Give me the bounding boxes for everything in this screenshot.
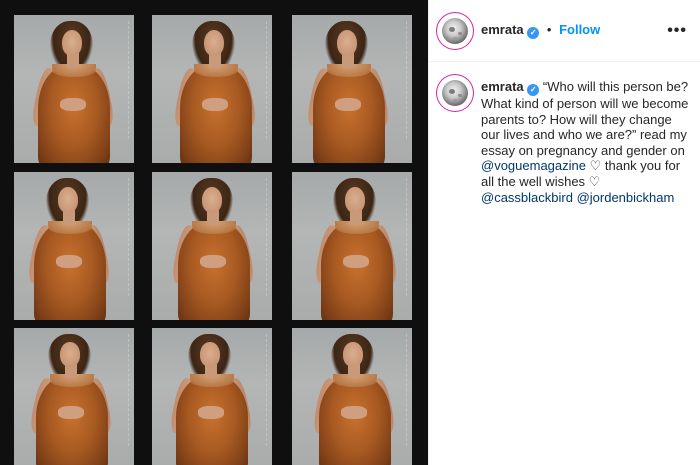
mention-cassblackbird[interactable]: @cassblackbird [481,190,573,205]
header-user-row: emrata ✓ • Follow [481,22,600,39]
portrait-figure [297,172,412,320]
contact-sheet-frame [292,328,412,465]
contact-sheet-frame [152,15,272,163]
contact-sheet-frame [292,15,412,163]
heart-icon: ♡ [589,158,602,174]
caption-avatar[interactable] [439,77,471,109]
portrait-figure [292,15,409,163]
contact-sheet-frame [14,15,134,163]
caption-text: emrata ✓ “Who will this person be? What … [481,79,693,205]
mention-voguemagazine[interactable]: @voguemagazine [481,158,586,173]
portrait-figure [152,328,272,465]
contact-sheet-frame [152,328,272,465]
contact-sheet-frame [292,172,412,320]
instagram-post: emrata ✓ • Follow ••• emrata ✓ “Who will… [0,0,700,465]
portrait-figure [14,15,134,163]
heart-icon: ♡ [588,173,601,189]
portrait-figure [154,172,272,320]
verified-badge-icon: ✓ [527,27,540,39]
contact-sheet-frame [14,328,134,465]
separator-dot: • [546,22,552,37]
post-side-panel: emrata ✓ • Follow ••• emrata ✓ “Who will… [428,0,700,465]
portrait-figure [14,172,130,320]
contact-sheet-frame [14,172,134,320]
moon-avatar-image [442,80,468,106]
contact-sheet-frame [152,172,272,320]
more-options-icon[interactable]: ••• [667,22,687,40]
header-username-link[interactable]: emrata [481,22,524,37]
post-header: emrata ✓ • Follow ••• [429,0,700,62]
moon-avatar-image [442,18,468,44]
profile-avatar[interactable] [439,15,471,47]
caption-username-link[interactable]: emrata [481,79,524,94]
follow-button[interactable]: Follow [559,22,600,37]
portrait-figure [14,328,132,465]
verified-badge-icon: ✓ [527,84,540,96]
post-photo-contact-sheet[interactable] [0,0,428,465]
portrait-figure [156,15,272,163]
portrait-figure [295,328,412,465]
mention-jordenbickham[interactable]: @jordenbickham [577,190,675,205]
